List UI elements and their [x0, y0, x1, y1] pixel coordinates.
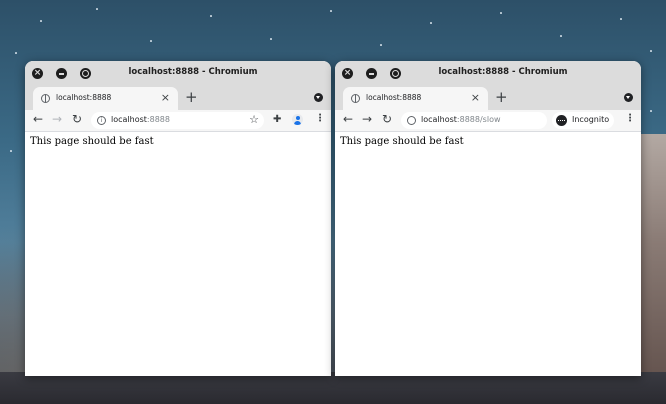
new-tab-button[interactable]: + — [495, 88, 508, 106]
globe-icon — [41, 94, 50, 103]
info-icon[interactable]: i — [97, 116, 106, 125]
tab-close-icon[interactable]: × — [471, 91, 480, 104]
page-text: This page should be fast — [30, 136, 154, 147]
url-host: localhost — [111, 115, 147, 124]
page-content: This page should be fast — [25, 132, 331, 151]
tab-strip: localhost:8888 × + — [25, 85, 331, 110]
back-arrow-icon[interactable]: ← — [343, 112, 353, 126]
window-titlebar[interactable]: × localhost:8888 - Chromium — [335, 61, 641, 85]
browser-toolbar: ← → ↻ i localhost:8888 ☆ ✚ ⋮ — [25, 110, 331, 132]
back-arrow-icon[interactable]: ← — [33, 112, 43, 126]
tab-search-icon[interactable] — [314, 93, 323, 102]
forward-arrow-icon[interactable]: → — [52, 112, 62, 126]
page-text: This page should be fast — [340, 136, 464, 147]
browser-window-2: × localhost:8888 - Chromium localhost:88… — [335, 61, 641, 376]
url-rest: :8888 — [146, 115, 170, 124]
url-host: localhost — [421, 115, 457, 124]
address-url: localhost:8888 — [111, 115, 170, 124]
kebab-menu-icon[interactable]: ⋮ — [625, 113, 635, 124]
new-tab-button[interactable]: + — [185, 88, 198, 106]
globe-icon — [351, 94, 360, 103]
forward-arrow-icon[interactable]: → — [362, 112, 372, 126]
profile-icon[interactable] — [292, 114, 303, 125]
star-icon[interactable]: ☆ — [249, 113, 259, 126]
url-rest: :8888/slow — [456, 115, 501, 124]
address-url: localhost:8888/slow — [421, 115, 501, 124]
globe-icon[interactable] — [407, 116, 416, 125]
kebab-menu-icon[interactable]: ⋮ — [315, 113, 325, 124]
desktop-rock-bottom — [0, 372, 666, 404]
browser-toolbar: ← → ↻ localhost:8888/slow Incognito ⋮ — [335, 110, 641, 132]
tab-label: localhost:8888 — [366, 93, 422, 102]
reload-icon[interactable]: ↻ — [382, 112, 392, 126]
tab-search-icon[interactable] — [624, 93, 633, 102]
tab-localhost[interactable]: localhost:8888 × — [343, 87, 488, 110]
browser-window-1: × localhost:8888 - Chromium localhost:88… — [25, 61, 331, 376]
page-content: This page should be fast — [335, 132, 641, 151]
tab-localhost[interactable]: localhost:8888 × — [33, 87, 178, 110]
window-title: localhost:8888 - Chromium — [128, 67, 258, 77]
window-titlebar[interactable]: × localhost:8888 - Chromium — [25, 61, 331, 85]
tab-close-icon[interactable]: × — [161, 91, 170, 104]
window-title: localhost:8888 - Chromium — [438, 67, 568, 77]
incognito-badge[interactable]: Incognito — [552, 112, 614, 129]
tab-strip: localhost:8888 × + — [335, 85, 641, 110]
incognito-icon — [556, 115, 567, 126]
puzzle-icon[interactable]: ✚ — [273, 114, 281, 125]
reload-icon[interactable]: ↻ — [72, 112, 82, 126]
incognito-label: Incognito — [572, 115, 610, 124]
tab-label: localhost:8888 — [56, 93, 112, 102]
address-bar[interactable]: i localhost:8888 ☆ — [91, 112, 264, 129]
address-bar[interactable]: localhost:8888/slow — [401, 112, 547, 129]
